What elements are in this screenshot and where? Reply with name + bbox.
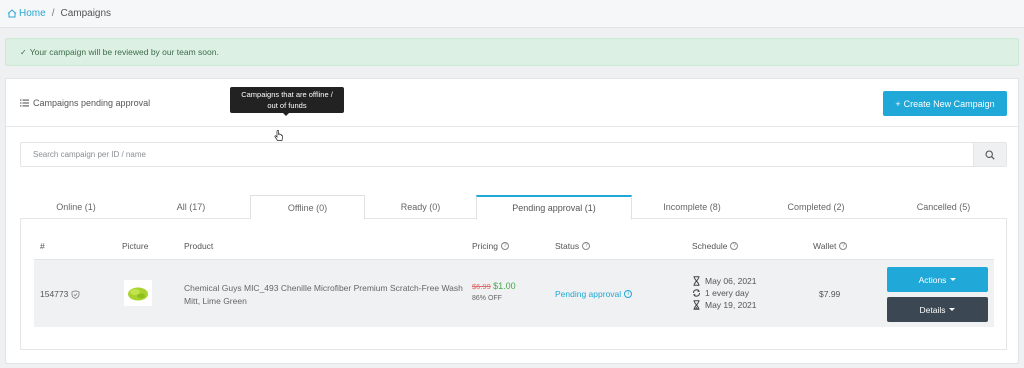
tab-incomplete[interactable]: Incomplete (8) [632,195,752,219]
card-title-text: Campaigns pending approval [33,98,151,108]
hourglass-icon [693,276,700,286]
tab-cancelled[interactable]: Cancelled (5) [880,195,1007,219]
offline-tab-tooltip: Campaigns that are offline / out of fund… [230,87,344,113]
price-original: $6.99 [472,282,491,291]
tab-completed[interactable]: Completed (2) [752,195,880,219]
success-alert: ✓ Your campaign will be reviewed by our … [5,38,1019,66]
info-icon[interactable]: i [624,290,633,298]
search-input[interactable] [21,143,974,166]
price-discounted: $1.00 [493,281,516,291]
hourglass-icon [693,300,700,310]
product-name[interactable]: Chemical Guys MIC_493 Chenille Microfibe… [184,282,474,308]
column-header-picture: Picture [122,241,149,251]
column-header-schedule: Schedule? [692,241,739,251]
alert-message: Your campaign will be reviewed by our te… [29,47,219,57]
card-header: Campaigns pending approval + Create New … [6,79,1018,127]
campaign-id: 154773 [40,289,80,299]
search-button[interactable] [973,143,1006,166]
actions-button[interactable]: Actions [887,267,988,292]
question-icon[interactable]: ? [839,242,848,250]
plus-icon: + [895,98,901,109]
check-icon: ✓ [20,47,27,57]
breadcrumb-separator: / [51,8,55,19]
card-title: Campaigns pending approval [20,98,150,108]
verified-icon [71,289,80,299]
pricing: $6.99 $1.00 86% OFF [472,281,516,302]
column-header-wallet: Wallet? [813,241,848,251]
search-bar [20,142,1007,167]
tab-offline[interactable]: Offline (0) [250,195,365,219]
tab-online[interactable]: Online (1) [20,195,132,219]
status-text: Pending approval [555,289,622,299]
caret-down-icon [950,278,957,281]
status-badge: Pending approval i [555,289,633,299]
schedule-end: May 19, 2021 [692,299,757,311]
question-icon[interactable]: ? [730,242,739,250]
details-button[interactable]: Details [887,297,988,322]
wash-mitt-image [128,287,148,301]
tab-ready[interactable]: Ready (0) [365,195,476,219]
cursor-icon [274,130,283,141]
status-tabs: Online (1) All (17) Offline (0) Ready (0… [20,195,1007,220]
campaigns-card: Campaigns pending approval + Create New … [5,78,1019,364]
schedule: May 06, 2021 1 every day May 19, 2021 [692,275,757,311]
breadcrumb-home-label: Home [19,8,46,19]
column-header-product: Product [184,241,214,251]
breadcrumb-current: Campaigns [60,8,112,19]
search-icon [985,149,995,160]
schedule-start: May 06, 2021 [692,275,757,287]
create-campaign-button[interactable]: + Create New Campaign [883,91,1007,116]
column-header-pricing: Pricing? [472,241,509,251]
column-header-id: # [40,241,45,251]
tab-all[interactable]: All (17) [132,195,250,219]
wallet-amount: $7.99 [819,289,841,299]
home-icon [7,9,17,18]
product-image[interactable] [124,280,152,306]
question-icon[interactable]: ? [582,242,591,250]
campaigns-table: # Picture Product Pricing? Status? Sched… [20,219,1007,350]
column-header-status: Status? [555,241,591,251]
caret-down-icon [949,308,956,311]
schedule-frequency: 1 every day [692,287,757,299]
question-icon[interactable]: ? [500,242,509,250]
table-row: 154773 Chemical Guys MIC_493 Chenille Mi… [34,259,994,327]
create-campaign-label: Create New Campaign [903,98,995,109]
tooltip-arrow [282,112,290,116]
discount-percent: 86% OFF [472,295,502,302]
breadcrumb-home-link[interactable]: Home [7,8,46,19]
repeat-icon [692,289,701,297]
list-icon [20,99,29,107]
tab-pending-approval[interactable]: Pending approval (1) [476,195,632,220]
breadcrumb: Home / Campaigns [0,0,1024,28]
